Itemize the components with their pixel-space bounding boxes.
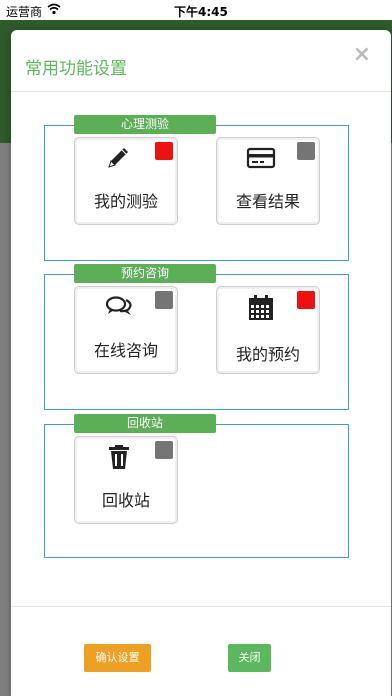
tile-view-results[interactable]: 查看结果: [216, 137, 320, 225]
tile-label: 我的测验: [93, 192, 158, 211]
trash-icon: [104, 443, 134, 471]
close-button[interactable]: 关闭: [228, 644, 271, 672]
credit-card-icon: [246, 144, 276, 172]
group-label: 心理测验: [74, 115, 216, 134]
calendar-icon: [246, 293, 276, 321]
group-label: 预约咨询: [74, 264, 216, 283]
tile-my-appointment[interactable]: 我的预约: [216, 286, 320, 374]
close-icon[interactable]: ×: [353, 42, 371, 67]
tile-online-consult[interactable]: 在线咨询: [74, 286, 178, 374]
modal-header: 常用功能设置 ×: [11, 30, 391, 92]
tile-label: 回收站: [101, 491, 150, 510]
status-bar: 运营商 下午4:45: [0, 0, 392, 20]
toggle-disabled[interactable]: [155, 441, 173, 459]
group-psych-test: 心理测验 我的测验 查看结果: [44, 115, 349, 261]
group-label: 回收站: [74, 414, 216, 433]
tile-my-test[interactable]: 我的测验: [74, 137, 178, 225]
clock: 下午4:45: [174, 5, 228, 19]
toggle-disabled[interactable]: [155, 291, 173, 309]
footer-divider: [11, 606, 391, 607]
tile-label: 我的预约: [235, 345, 300, 364]
modal-title: 常用功能设置: [25, 59, 127, 79]
toggle-enabled[interactable]: [155, 142, 173, 160]
pencil-icon: [104, 144, 134, 172]
carrier-label: 运营商: [6, 5, 43, 19]
chat-bubbles-icon: [104, 293, 134, 321]
tile-recycle-bin[interactable]: 回收站: [74, 436, 178, 524]
tile-label: 在线咨询: [93, 341, 158, 360]
toggle-disabled[interactable]: [297, 142, 315, 160]
confirm-settings-button[interactable]: 确认设置: [84, 644, 151, 672]
wifi-icon: [47, 2, 61, 19]
toggle-enabled[interactable]: [297, 291, 315, 309]
group-recycle-bin: 回收站 回收站: [44, 414, 349, 558]
tile-label: 查看结果: [235, 192, 300, 211]
settings-modal: 常用功能设置 × 心理测验 我的测验 查看结果 预约咨询 在线咨询 我的预约 回…: [11, 30, 391, 696]
group-appointment: 预约咨询 在线咨询 我的预约: [44, 264, 349, 410]
